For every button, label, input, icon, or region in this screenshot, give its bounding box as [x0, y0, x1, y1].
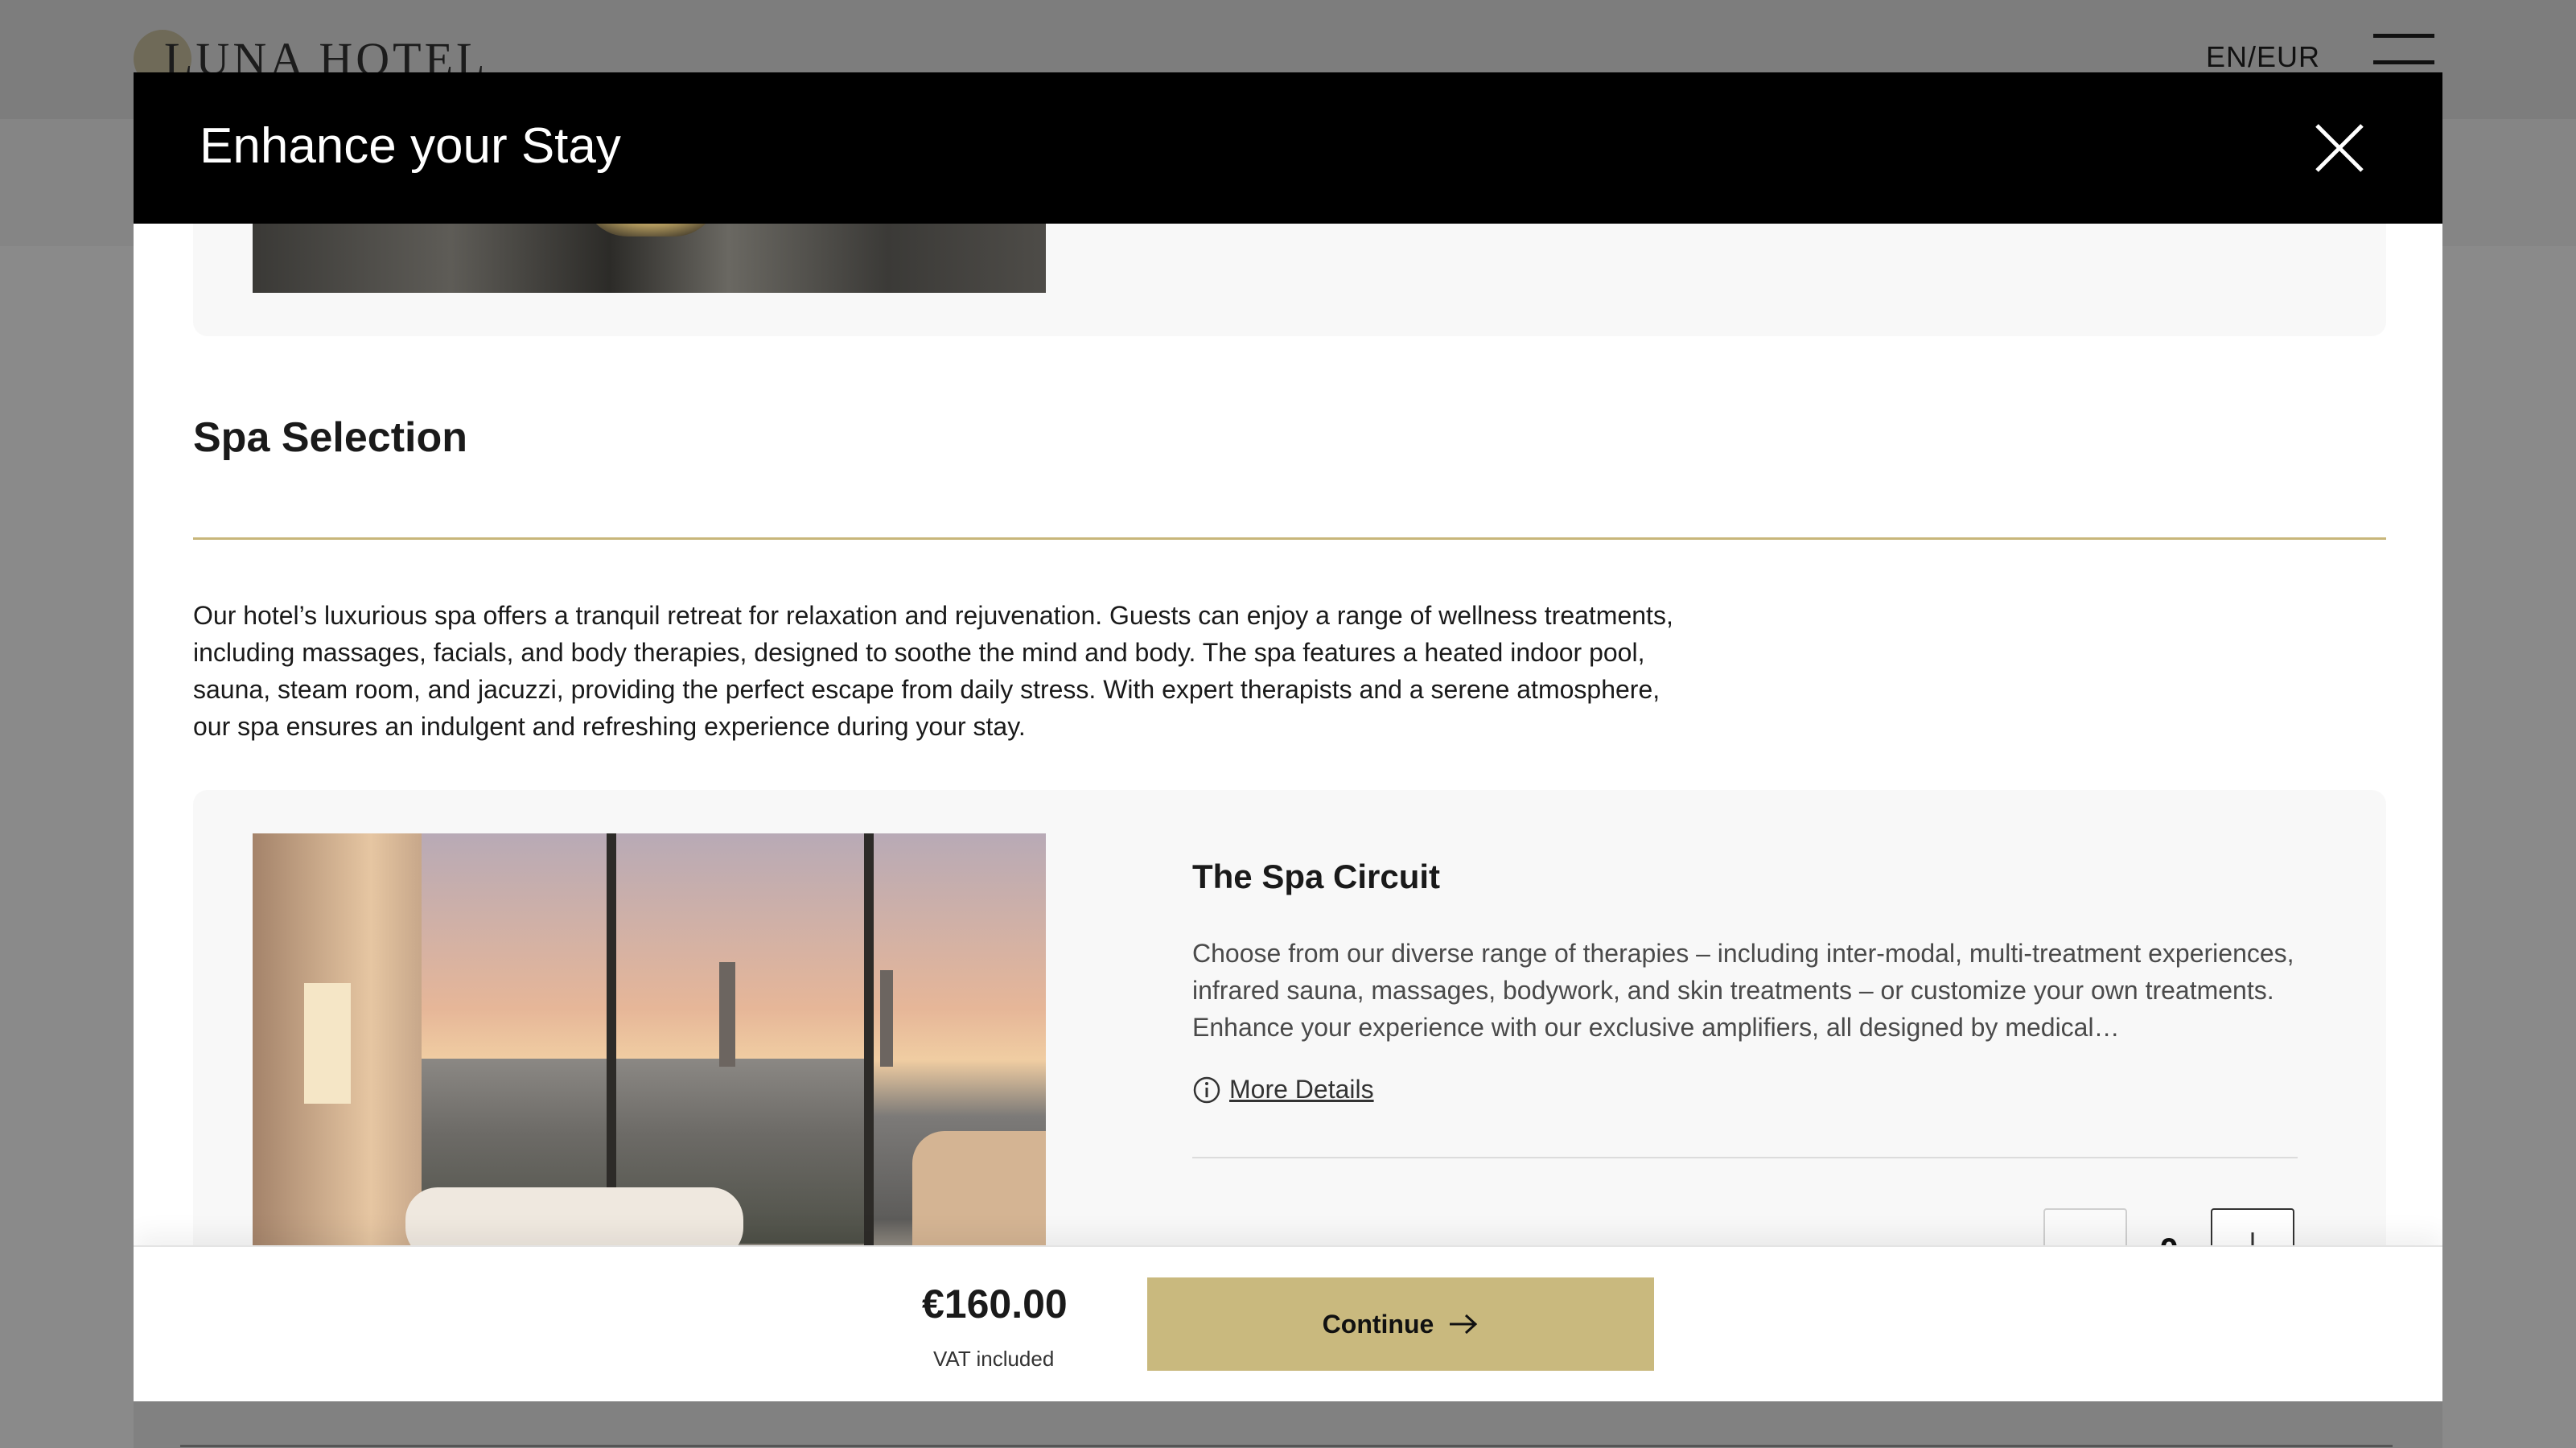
vat-note: VAT included [933, 1347, 1055, 1371]
modal-footer: €160.00 VAT included Continue [134, 1245, 2442, 1401]
item-description: Choose from our diverse range of therapi… [1192, 939, 2294, 1042]
item-title: The Spa Circuit [1192, 858, 1441, 895]
modal-title: Enhance your Stay [200, 118, 621, 174]
spa-circuit-card: The Spa Circuit Choose from our diverse … [193, 790, 2386, 1318]
item-divider [1192, 1157, 2298, 1158]
previous-item-image [253, 224, 1046, 293]
decor-glass [582, 224, 719, 237]
decor-window-bar [864, 833, 874, 1316]
total-price: €160.00 [922, 1281, 1068, 1327]
more-details-label: More Details [1229, 1075, 1374, 1104]
modal-scroll-body[interactable]: Spa Selection Our hotel’s luxurious spa … [134, 224, 2442, 1318]
background-divider [180, 1445, 2393, 1447]
more-details-link[interactable]: More Details [1192, 1075, 1374, 1105]
info-icon [1193, 1076, 1220, 1103]
decor-spire [719, 962, 735, 1067]
continue-button[interactable]: Continue [1147, 1277, 1654, 1371]
enhance-stay-modal: Enhance your Stay Spa Selection Our hote… [134, 72, 2442, 1401]
decor-lamp [304, 983, 351, 1104]
close-icon[interactable] [2311, 119, 2368, 177]
decor-spire [880, 970, 893, 1067]
arrow-right-icon [1450, 1314, 1478, 1335]
language-currency-selector[interactable]: EN/EUR [2206, 40, 2320, 74]
section-title: Spa Selection [193, 414, 467, 461]
section-divider [193, 537, 2386, 540]
continue-label: Continue [1322, 1309, 1434, 1339]
menu-icon[interactable] [2373, 34, 2434, 66]
modal-header: Enhance your Stay [134, 72, 2442, 224]
previous-item-card [193, 224, 2386, 336]
section-description: Our hotel’s luxurious spa offers a tranq… [193, 601, 1673, 741]
